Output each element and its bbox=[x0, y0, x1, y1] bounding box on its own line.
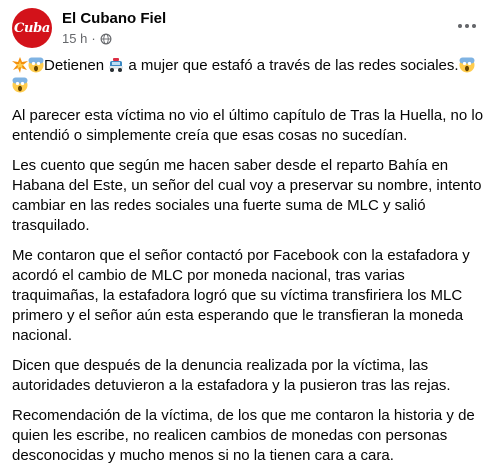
headline-text-1: Detienen bbox=[44, 57, 105, 74]
avatar[interactable]: Cuba bbox=[12, 8, 52, 48]
post-paragraph: Al parecer esta víctima no vio el último… bbox=[12, 107, 484, 144]
headline-text-2: a mujer que estafó a través de las redes… bbox=[124, 57, 459, 74]
meta-separator: · bbox=[91, 31, 96, 46]
post-time-link[interactable]: 15 h bbox=[62, 31, 87, 46]
screaming-face-emoji bbox=[12, 77, 28, 93]
more-options-button[interactable] bbox=[453, 12, 481, 40]
post-paragraph: Les cuento que según me hacen saber desd… bbox=[12, 157, 482, 234]
screaming-face-emoji bbox=[28, 57, 44, 73]
post-paragraph: Me contaron que el señor contactó por Fa… bbox=[12, 247, 470, 344]
post-meta: 15 h · bbox=[62, 31, 112, 46]
collision-emoji bbox=[12, 57, 28, 73]
page-name-link[interactable]: El Cubano Fiel bbox=[62, 10, 166, 27]
screaming-face-emoji bbox=[459, 57, 475, 73]
post-header: Cuba El Cubano Fiel 15 h · bbox=[12, 6, 481, 50]
post-paragraph: Dicen que después de la denuncia realiza… bbox=[12, 357, 451, 394]
post-headline: Detienen a mujer que estafó a través de … bbox=[12, 56, 484, 96]
police-car-emoji bbox=[109, 58, 124, 72]
post-paragraph: Recomendación de la víctima, de los que … bbox=[12, 407, 475, 464]
post-body: Detienen a mujer que estafó a través de … bbox=[12, 56, 484, 476]
globe-icon bbox=[100, 33, 112, 44]
more-horizontal-icon bbox=[458, 24, 476, 28]
avatar-logo-text: Cuba bbox=[13, 20, 51, 36]
